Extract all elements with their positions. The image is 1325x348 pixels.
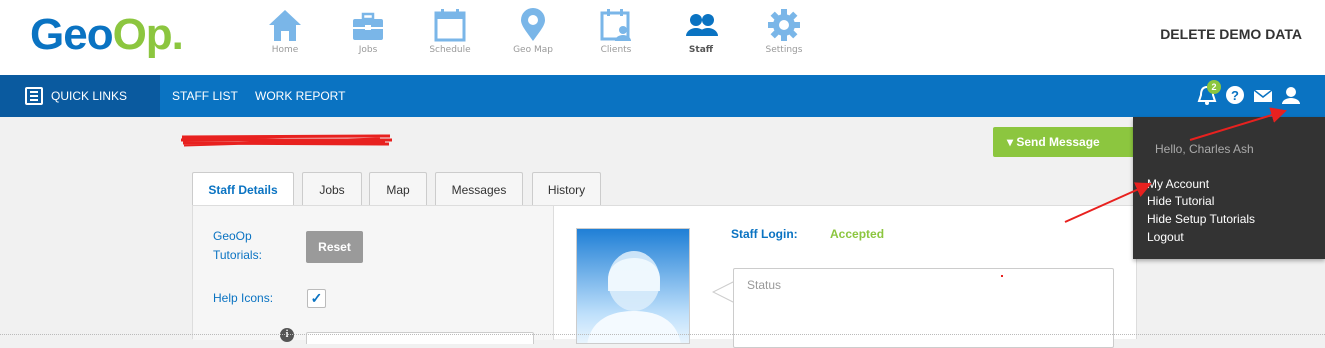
- home-icon: [269, 10, 301, 41]
- person-silhouette-icon: [587, 251, 681, 343]
- top-header: GeoOp. Home Jobs Schedule Geo Map Client…: [0, 0, 1325, 75]
- nav-schedule[interactable]: Schedule: [415, 8, 485, 55]
- tab-history[interactable]: History: [532, 172, 601, 206]
- staff-settings-column: GeoOp Tutorials: Reset Help Icons: ✓ i: [193, 206, 554, 344]
- calendar-icon: [434, 9, 466, 42]
- tab-staff-details[interactable]: Staff Details: [192, 172, 294, 208]
- briefcase-icon: [353, 12, 383, 40]
- staff-login-status: Accepted: [830, 227, 885, 241]
- quick-links-label: QUICK LINKS: [51, 89, 128, 103]
- envelope-icon: [1253, 89, 1273, 102]
- help-icon: ?: [1226, 86, 1244, 104]
- nav-geo-map[interactable]: Geo Map: [498, 8, 568, 55]
- menu-item-hide-setup-tutorials[interactable]: Hide Setup Tutorials: [1147, 212, 1255, 226]
- nav-label-schedule: Schedule: [429, 45, 471, 55]
- reset-tutorials-button[interactable]: Reset: [306, 231, 363, 263]
- svg-text:?: ?: [1231, 88, 1239, 103]
- nav-label-clients: Clients: [600, 45, 632, 55]
- notification-count-badge: 2: [1207, 80, 1221, 94]
- notifications-button[interactable]: 2: [1197, 80, 1221, 111]
- nav-label-home: Home: [271, 45, 299, 55]
- staff-details-panel: GeoOp Tutorials: Reset Help Icons: ✓ i S…: [192, 205, 1137, 348]
- nav-jobs[interactable]: Jobs: [333, 8, 403, 55]
- nav-label-settings: Settings: [765, 45, 803, 55]
- quick-links-button[interactable]: QUICK LINKS: [0, 75, 160, 117]
- geoop-tutorials-label-line1: GeoOp: [213, 229, 252, 243]
- redacted-staff-name: [181, 134, 392, 147]
- delete-demo-data-button[interactable]: DELETE DEMO DATA: [1160, 26, 1302, 42]
- clients-icon: [600, 9, 631, 41]
- help-icons-label: Help Icons:: [213, 291, 274, 305]
- status-placeholder: Status: [747, 278, 782, 292]
- tab-messages[interactable]: Messages: [435, 172, 523, 206]
- staff-icon: [686, 14, 718, 36]
- tab-jobs[interactable]: Jobs: [302, 172, 362, 206]
- red-dot: [1001, 275, 1003, 277]
- nav-label-geo-map: Geo Map: [513, 45, 553, 55]
- nav-settings[interactable]: Settings: [749, 8, 819, 55]
- staff-avatar[interactable]: [576, 228, 690, 344]
- help-button[interactable]: ?: [1225, 84, 1245, 111]
- work-report-link[interactable]: WORK REPORT: [255, 89, 345, 103]
- list-icon: [25, 87, 43, 105]
- user-icon: [1282, 87, 1300, 104]
- geoop-logo[interactable]: GeoOp.: [30, 10, 184, 60]
- map-pin-icon: [521, 8, 545, 41]
- nav-clients[interactable]: Clients: [581, 8, 651, 55]
- geoop-tutorials-label-line2: Tutorials:: [213, 248, 262, 262]
- nav-home[interactable]: Home: [250, 8, 320, 55]
- nav-staff[interactable]: Staff: [666, 8, 736, 55]
- staff-login-label: Staff Login:: [731, 227, 798, 241]
- user-greeting: Hello, Charles Ash: [1155, 142, 1254, 156]
- utility-icons: 2 ?: [1197, 80, 1307, 111]
- nav-label-staff: Staff: [688, 45, 714, 55]
- nav-label-jobs: Jobs: [358, 45, 378, 55]
- menu-item-hide-tutorial[interactable]: Hide Tutorial: [1147, 194, 1214, 208]
- user-dropdown-menu: Hello, Charles Ash My Account Hide Tutor…: [1133, 117, 1325, 259]
- user-menu-button[interactable]: [1281, 84, 1301, 111]
- send-message-button[interactable]: ▾ Send Message: [993, 127, 1133, 157]
- menu-item-logout[interactable]: Logout: [1147, 230, 1184, 244]
- help-icons-checkbox[interactable]: ✓: [307, 289, 326, 308]
- gear-icon: [768, 9, 800, 41]
- tab-map[interactable]: Map: [369, 172, 427, 206]
- staff-list-link[interactable]: STAFF LIST: [172, 89, 238, 103]
- messages-button[interactable]: [1253, 84, 1273, 111]
- page-bottom-edge: [0, 334, 1325, 339]
- menu-item-my-account[interactable]: My Account: [1147, 177, 1209, 191]
- secondary-nav-bar: QUICK LINKS STAFF LIST WORK REPORT 2 ?: [0, 75, 1325, 117]
